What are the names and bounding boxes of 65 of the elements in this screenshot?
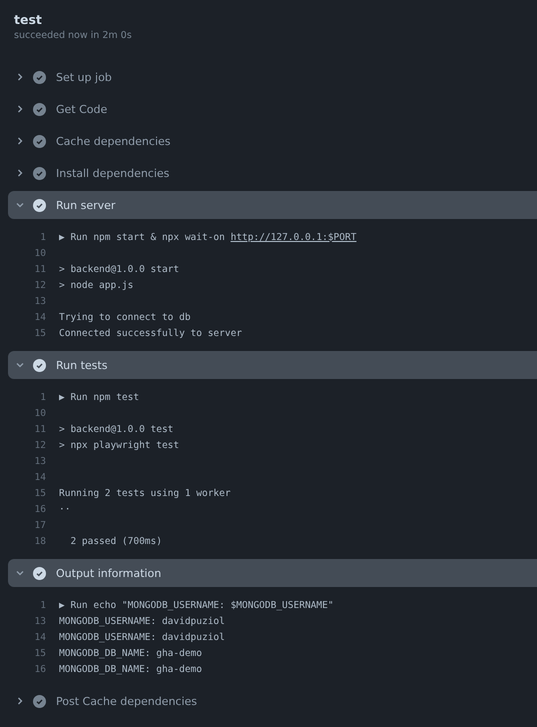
log-line: Running 2 tests using 1 worker <box>59 488 231 498</box>
line-number: 15 <box>34 488 46 498</box>
line-number: 16 <box>34 664 46 674</box>
line-number: 18 <box>34 536 46 546</box>
line-number: 13 <box>34 296 46 306</box>
log-link[interactable]: http://127.0.0.1:$PORT <box>230 232 356 242</box>
line-number: 13 <box>34 616 46 626</box>
line-number: 12 <box>34 280 46 290</box>
step-header[interactable]: Run server <box>8 191 537 219</box>
line-number: 17 <box>34 520 46 530</box>
log-line: Trying to connect to db <box>59 312 191 322</box>
chevron-right-icon <box>15 136 25 146</box>
log-line: > node app.js <box>59 280 134 290</box>
line-number: 10 <box>34 408 46 418</box>
check-circle-icon <box>33 134 46 148</box>
chevron-down-icon <box>15 360 25 370</box>
check-circle-icon <box>33 358 46 372</box>
check-circle-icon <box>33 166 46 180</box>
line-number: 11 <box>34 264 46 274</box>
check-circle-icon <box>33 70 46 84</box>
chevron-down-icon <box>15 568 25 578</box>
check-circle-icon <box>33 694 46 708</box>
log-line: ·· <box>59 504 70 514</box>
log-line: MONGODB_DB_NAME: gha-demo <box>59 664 202 674</box>
step-header[interactable]: Set up job <box>8 61 537 93</box>
log-line: > npx playwright test <box>59 440 180 450</box>
step-header[interactable]: Install dependencies <box>8 157 537 189</box>
log-line: ▶ Run npm test <box>59 392 140 402</box>
line-number: 16 <box>34 504 46 514</box>
line-number: 11 <box>34 424 46 434</box>
line-number: 15 <box>34 648 46 658</box>
check-circle-icon <box>33 566 46 580</box>
line-number: 1 <box>39 232 46 242</box>
log-line: MONGODB_USERNAME: davidpuziol <box>59 616 225 626</box>
chevron-right-icon <box>15 104 25 114</box>
chevron-right-icon <box>15 72 25 82</box>
step-header[interactable]: Post Cache dependencies <box>8 685 537 717</box>
log-line: MONGODB_DB_NAME: gha-demo <box>59 648 202 658</box>
log-line: 2 passed (700ms) <box>69 536 162 546</box>
line-number: 13 <box>34 456 46 466</box>
line-number: 1 <box>39 600 46 610</box>
log-line: > backend@1.0.0 test <box>59 424 174 434</box>
line-number: 12 <box>34 440 46 450</box>
line-number: 15 <box>34 328 46 338</box>
line-number: 10 <box>34 248 46 258</box>
chevron-down-icon <box>15 200 25 210</box>
log-line: ▶ Run npm start & npx wait-on http://127.0.0.1:$PORT <box>59 232 356 242</box>
job-status: succeeded now in 2m 0s <box>14 30 133 41</box>
job-title: test <box>14 12 43 27</box>
line-number: 1 <box>39 392 46 402</box>
step-header[interactable]: Run tests <box>8 351 537 379</box>
step-header[interactable]: Get Code <box>8 93 537 125</box>
line-number: 14 <box>34 632 46 642</box>
line-number: 14 <box>34 312 46 322</box>
chevron-right-icon <box>15 168 25 178</box>
chevron-right-icon <box>15 696 25 706</box>
check-circle-icon <box>33 198 46 212</box>
step-header[interactable]: Cache dependencies <box>8 125 537 157</box>
log-line: > backend@1.0.0 start <box>59 264 180 274</box>
step-header[interactable]: Output information <box>8 559 537 587</box>
check-circle-icon <box>33 102 46 116</box>
log-line: Connected successfully to server <box>59 328 242 338</box>
log-line: MONGODB_USERNAME: davidpuziol <box>59 632 225 642</box>
line-number: 14 <box>34 472 46 482</box>
log-line: ▶ Run echo "MONGODB_USERNAME: $MONGODB_USERNAME" <box>59 600 334 610</box>
